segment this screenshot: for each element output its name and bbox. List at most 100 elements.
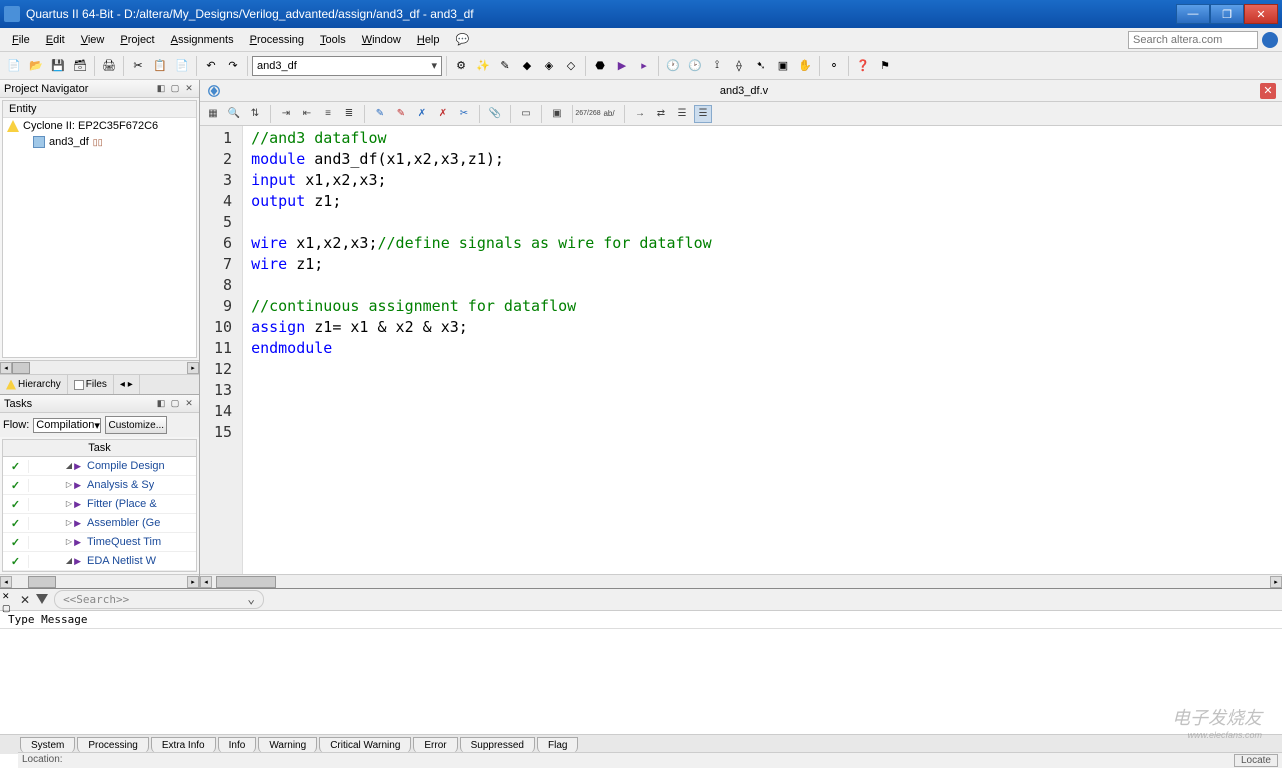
play2-icon[interactable]: ▸ <box>634 56 654 76</box>
msg-tab-critical-warning[interactable]: Critical Warning <box>319 737 411 753</box>
menu-view[interactable]: View <box>73 30 113 50</box>
close-button[interactable]: ✕ <box>1244 4 1278 24</box>
stop-icon[interactable]: ⬣ <box>590 56 610 76</box>
maximize-button[interactable]: ❐ <box>1210 4 1244 24</box>
menu-processing[interactable]: Processing <box>242 30 312 50</box>
panel-close-icon[interactable]: ✕ <box>183 83 195 95</box>
msg-tab-error[interactable]: Error <box>413 737 457 753</box>
minimize-button[interactable]: — <box>1176 4 1210 24</box>
et-find-icon[interactable]: 🔍 <box>225 105 243 123</box>
hand-icon[interactable]: ✋ <box>795 56 815 76</box>
et-wrap-icon[interactable]: ☰ <box>694 105 712 123</box>
clock1-icon[interactable]: 🕐 <box>663 56 683 76</box>
msg-search-input[interactable]: <<Search>> <box>54 590 264 609</box>
filter-icon[interactable] <box>36 594 48 606</box>
settings-icon[interactable]: ⚙ <box>451 56 471 76</box>
chip2-icon[interactable]: ◈ <box>539 56 559 76</box>
device-tree-item[interactable]: Cyclone II: EP2C35F672C6 <box>3 118 196 134</box>
menu-edit[interactable]: Edit <box>38 30 73 50</box>
help-icon[interactable]: ❓ <box>853 56 873 76</box>
msg-tab-warning[interactable]: Warning <box>258 737 317 753</box>
et-mark1-icon[interactable]: ✎ <box>371 105 389 123</box>
flow-combo[interactable]: Compilation <box>33 418 101 433</box>
tasks-float-icon[interactable]: ◧ <box>155 398 167 410</box>
search-input[interactable] <box>1128 31 1258 49</box>
copy-icon[interactable]: 📋 <box>150 56 170 76</box>
menu-help[interactable]: Help <box>409 30 448 50</box>
scroll-right-icon[interactable]: ▸ <box>1270 576 1282 588</box>
arrow-icon[interactable]: ➷ <box>751 56 771 76</box>
chip-icon[interactable]: ◆ <box>517 56 537 76</box>
pencil-icon[interactable]: ✎ <box>495 56 515 76</box>
open-file-icon[interactable]: 📂 <box>26 56 46 76</box>
tasks-pin-icon[interactable]: ▢ <box>169 398 181 410</box>
home-icon[interactable] <box>204 82 224 100</box>
gate2-icon[interactable]: ⟠ <box>729 56 749 76</box>
menu-help-icon[interactable]: 💬 <box>448 29 478 50</box>
code-content[interactable]: //and3 dataflowmodule and3_df(x1,x2,x3,z… <box>243 126 720 574</box>
paste-icon[interactable]: 📄 <box>172 56 192 76</box>
tab-hierarchy[interactable]: Hierarchy <box>0 375 68 394</box>
scroll-right-icon[interactable]: ▸ <box>187 362 199 374</box>
msg-tab-extra-info[interactable]: Extra Info <box>151 737 216 753</box>
scroll-thumb[interactable] <box>216 576 276 588</box>
task-row[interactable]: ✓▷▶Analysis & Sy <box>3 476 196 495</box>
scroll-thumb[interactable] <box>12 362 30 374</box>
save-icon[interactable]: 💾 <box>48 56 68 76</box>
panel-pin-icon[interactable]: ▢ <box>169 83 181 95</box>
et-grid-icon[interactable]: ▦ <box>204 105 222 123</box>
msg-tab-flag[interactable]: Flag <box>537 737 578 753</box>
scroll-left-icon[interactable]: ◂ <box>0 576 12 588</box>
et-mark2-icon[interactable]: ✎ <box>392 105 410 123</box>
redo-icon[interactable]: ↷ <box>223 56 243 76</box>
et-indent-icon[interactable]: ⇥ <box>277 105 295 123</box>
et-clip-icon[interactable]: 📎 <box>486 105 504 123</box>
msg-tab-system[interactable]: System <box>20 737 75 753</box>
tab-more[interactable]: ◂ ▸ <box>114 375 140 394</box>
scroll-thumb[interactable] <box>28 576 56 588</box>
expand-icon[interactable]: ▷ <box>66 518 72 529</box>
tasks-hscroll[interactable]: ◂ ▸ <box>0 574 199 588</box>
close-tab-icon[interactable]: ✕ <box>1260 83 1276 99</box>
undo-icon[interactable]: ↶ <box>201 56 221 76</box>
msg-close-icon[interactable]: ✕ <box>2 591 12 601</box>
msg-tab-info[interactable]: Info <box>218 737 257 753</box>
et-mark5-icon[interactable]: ✂ <box>455 105 473 123</box>
task-row[interactable]: ✓▷▶Assembler (Ge <box>3 514 196 533</box>
expand-icon[interactable]: ▷ <box>66 537 72 548</box>
et-268-icon[interactable]: 267/268 <box>579 105 597 123</box>
entity-tree[interactable]: Entity Cyclone II: EP2C35F672C6 and3_df … <box>2 100 197 358</box>
task-row[interactable]: ✓◢▶Compile Design <box>3 457 196 476</box>
play-icon[interactable]: ▶ <box>74 499 81 510</box>
et-arrow1-icon[interactable]: → <box>631 105 649 123</box>
task-row[interactable]: ✓◢▶EDA Netlist W <box>3 552 196 571</box>
flag-icon[interactable]: ⚑ <box>875 56 895 76</box>
nav-hscroll[interactable]: ◂ ▸ <box>0 360 199 374</box>
menu-project[interactable]: Project <box>112 30 162 50</box>
play-icon[interactable]: ▶ <box>74 461 81 472</box>
entity-tree-item[interactable]: and3_df ▯▯ <box>3 134 196 150</box>
wand-icon[interactable]: ✨ <box>473 56 493 76</box>
et-jusright-icon[interactable]: ≣ <box>340 105 358 123</box>
gate1-icon[interactable]: ⟟ <box>707 56 727 76</box>
et-outdent-icon[interactable]: ⇤ <box>298 105 316 123</box>
msg-x-icon[interactable]: ✕ <box>20 593 30 607</box>
menu-assignments[interactable]: Assignments <box>163 30 242 50</box>
play-icon[interactable]: ▶ <box>612 56 632 76</box>
msg-pin-icon[interactable]: ▢ <box>2 603 12 613</box>
expand-icon[interactable]: ◢ <box>66 556 72 567</box>
msg-tab-suppressed[interactable]: Suppressed <box>460 737 535 753</box>
scroll-left-icon[interactable]: ◂ <box>200 576 212 588</box>
et-list-icon[interactable]: ☰ <box>673 105 691 123</box>
play-icon[interactable]: ▶ <box>74 480 81 491</box>
editor-hscroll[interactable]: ◂ ▸ <box>200 574 1282 588</box>
menu-file[interactable]: File <box>4 30 38 50</box>
menu-tools[interactable]: Tools <box>312 30 354 50</box>
et-updown-icon[interactable]: ⇅ <box>246 105 264 123</box>
node-icon[interactable]: ⚬ <box>824 56 844 76</box>
play-icon[interactable]: ▶ <box>74 537 81 548</box>
task-row[interactable]: ✓▷▶Fitter (Place & <box>3 495 196 514</box>
expand-icon[interactable]: ▷ <box>66 499 72 510</box>
print-icon[interactable]: 🖨 <box>99 56 119 76</box>
chip4-icon[interactable]: ▣ <box>773 56 793 76</box>
